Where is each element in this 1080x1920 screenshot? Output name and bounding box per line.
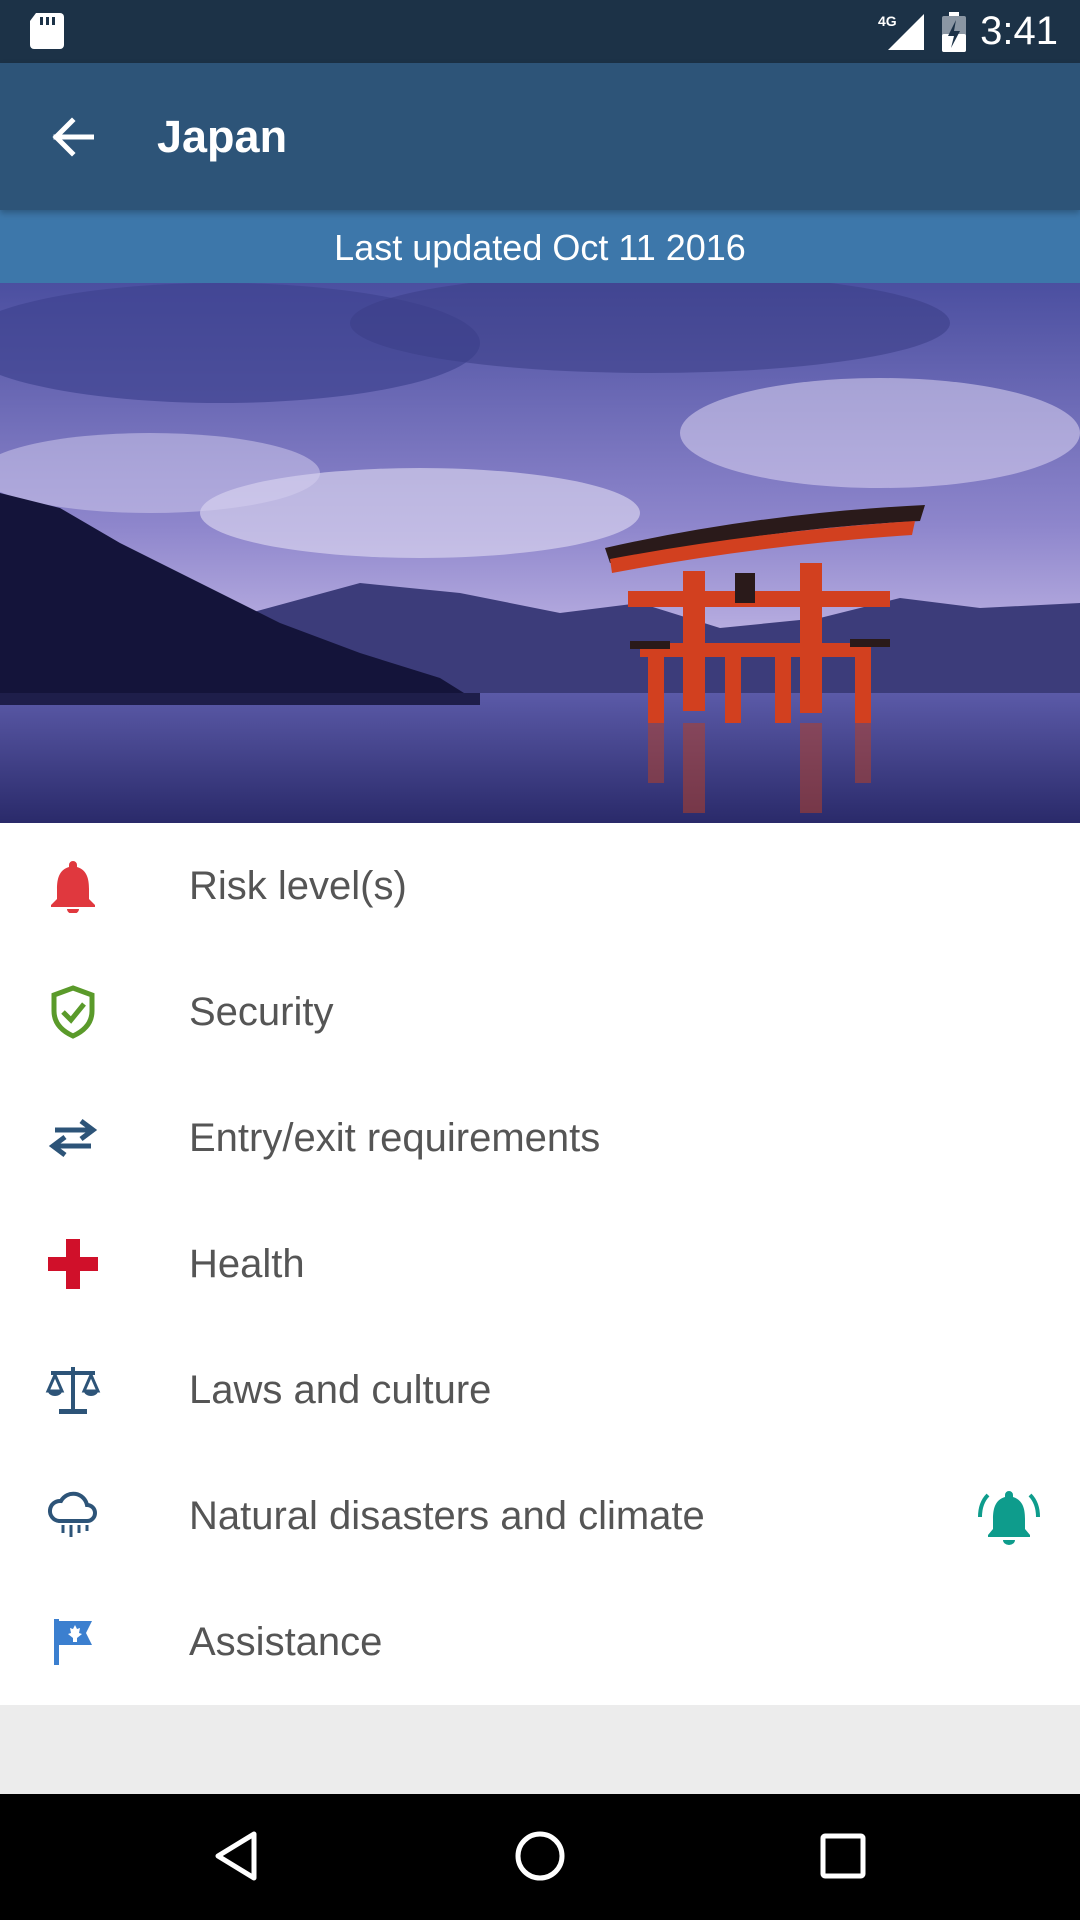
bell-icon — [38, 858, 108, 914]
menu-item-label: Entry/exit requirements — [189, 1116, 601, 1160]
battery-charging-icon — [940, 12, 968, 57]
menu-item-laws-culture[interactable]: Laws and culture — [0, 1327, 1080, 1453]
menu-item-label: Risk level(s) — [189, 864, 407, 908]
last-updated-banner: Last updated Oct 11 2016 — [0, 210, 1080, 283]
menu-item-label: Health — [189, 1242, 305, 1286]
canada-flag-icon — [38, 1614, 108, 1670]
menu-item-risk-levels[interactable]: Risk level(s) — [0, 823, 1080, 949]
status-bar: 4G 3:41 — [0, 0, 1080, 63]
menu-item-label: Assistance — [189, 1620, 383, 1664]
signal-icon: 4G — [878, 12, 928, 57]
shield-check-icon — [38, 984, 108, 1040]
hero-image — [0, 283, 1080, 823]
menu-item-health[interactable]: Health — [0, 1201, 1080, 1327]
menu-item-label: Natural disasters and climate — [189, 1494, 705, 1538]
menu-item-natural-disasters[interactable]: Natural disasters and climate — [0, 1453, 1080, 1579]
nav-recents-button[interactable] — [803, 1822, 883, 1894]
square-recents-icon — [819, 1832, 867, 1885]
menu-item-entry-exit[interactable]: Entry/exit requirements — [0, 1075, 1080, 1201]
scales-icon — [38, 1362, 108, 1418]
triangle-back-icon — [212, 1830, 260, 1887]
medical-cross-icon — [38, 1236, 108, 1292]
svg-text:4G: 4G — [878, 13, 897, 29]
menu-item-label: Laws and culture — [189, 1368, 492, 1412]
storm-cloud-icon — [38, 1488, 108, 1544]
nav-home-button[interactable] — [500, 1822, 580, 1894]
menu-item-security[interactable]: Security — [0, 949, 1080, 1075]
status-clock: 3:41 — [980, 9, 1058, 53]
circle-home-icon — [513, 1829, 567, 1888]
menu-item-assistance[interactable]: Assistance — [0, 1579, 1080, 1705]
back-button[interactable] — [36, 103, 108, 175]
navigation-bar — [0, 1794, 1080, 1920]
arrow-left-icon — [50, 116, 95, 162]
page-title: Japan — [157, 111, 288, 162]
ringing-bell-icon — [974, 1483, 1044, 1553]
menu-item-label: Security — [189, 990, 334, 1034]
section-menu: Risk level(s) Security Entry/exit requir… — [0, 823, 1080, 1705]
sd-card-icon — [30, 13, 64, 54]
swap-arrows-icon — [38, 1110, 108, 1166]
nav-back-button[interactable] — [196, 1822, 276, 1894]
app-bar: Japan — [0, 63, 1080, 210]
